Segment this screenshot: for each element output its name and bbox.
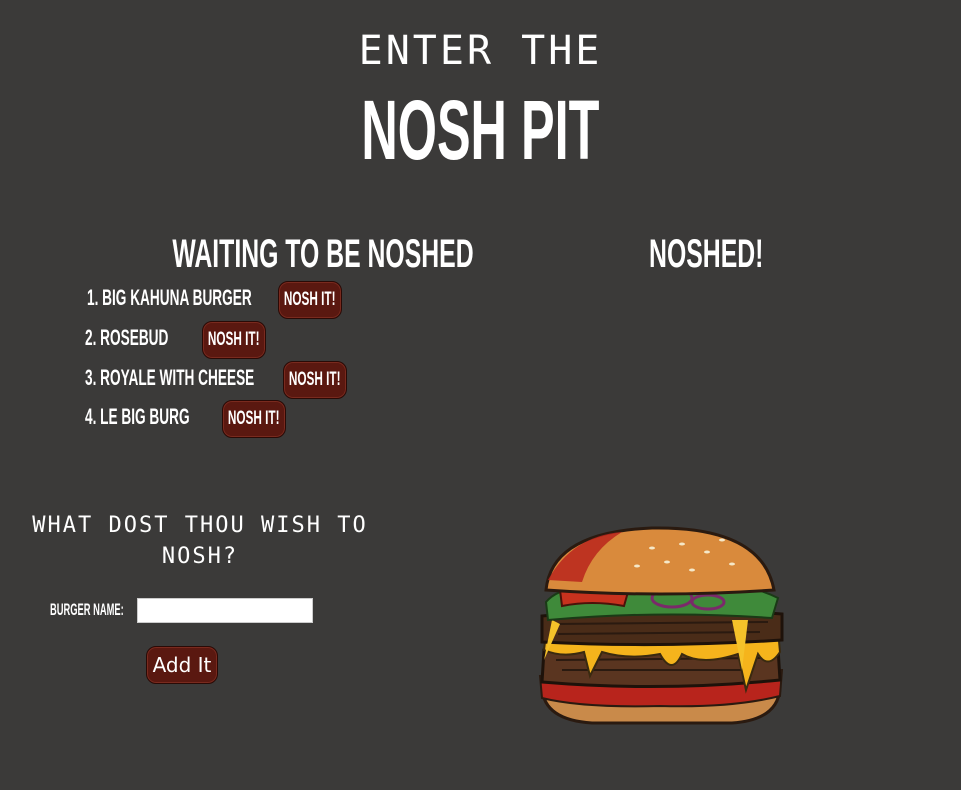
nosh-it-button[interactable]: NOSH IT!: [283, 361, 347, 399]
burger-name-label-wrap: BURGER NAME:: [50, 598, 136, 622]
waiting-heading: WAITING TO BE NOSHED: [172, 232, 474, 276]
form-title: WHAT DOST THOU WISH TO NOSH?: [32, 513, 368, 569]
nosh-it-button[interactable]: NOSH IT!: [278, 281, 342, 319]
burger-name: 3. ROYALE WITH CHEESE: [85, 365, 255, 390]
pre-title: ENTER THE: [358, 28, 603, 74]
burger-name-label: BURGER NAME:: [50, 600, 124, 619]
burger-illustration-icon: [538, 526, 784, 725]
nosh-it-label: NOSH IT!: [228, 408, 280, 429]
noshed-heading: NOSHED!: [648, 232, 764, 276]
burger-name: 4. LE BIG BURG: [85, 404, 190, 429]
burger-name: 1. BIG KAHUNA BURGER: [87, 285, 252, 310]
burger-name: 2. ROSEBUD: [85, 325, 169, 350]
burger-name-input[interactable]: [137, 598, 313, 623]
nosh-it-button[interactable]: NOSH IT!: [222, 400, 286, 438]
nosh-it-button[interactable]: NOSH IT!: [202, 321, 266, 359]
nosh-it-label: NOSH IT!: [284, 289, 336, 310]
page: ENTER THE NOSH PIT WAITING TO BE NOSHED …: [0, 0, 961, 790]
noshed-heading-wrap: NOSHED!: [606, 230, 806, 278]
page-title: NOSH PIT: [361, 83, 600, 177]
add-it-button[interactable]: Add It: [146, 646, 218, 684]
nosh-it-label: NOSH IT!: [208, 329, 260, 350]
list-item: 2. ROSEBUD: [85, 320, 219, 356]
waiting-heading-wrap: WAITING TO BE NOSHED: [80, 230, 480, 278]
nosh-it-label: NOSH IT!: [289, 369, 341, 390]
title-wrap: NOSH PIT: [0, 82, 961, 178]
